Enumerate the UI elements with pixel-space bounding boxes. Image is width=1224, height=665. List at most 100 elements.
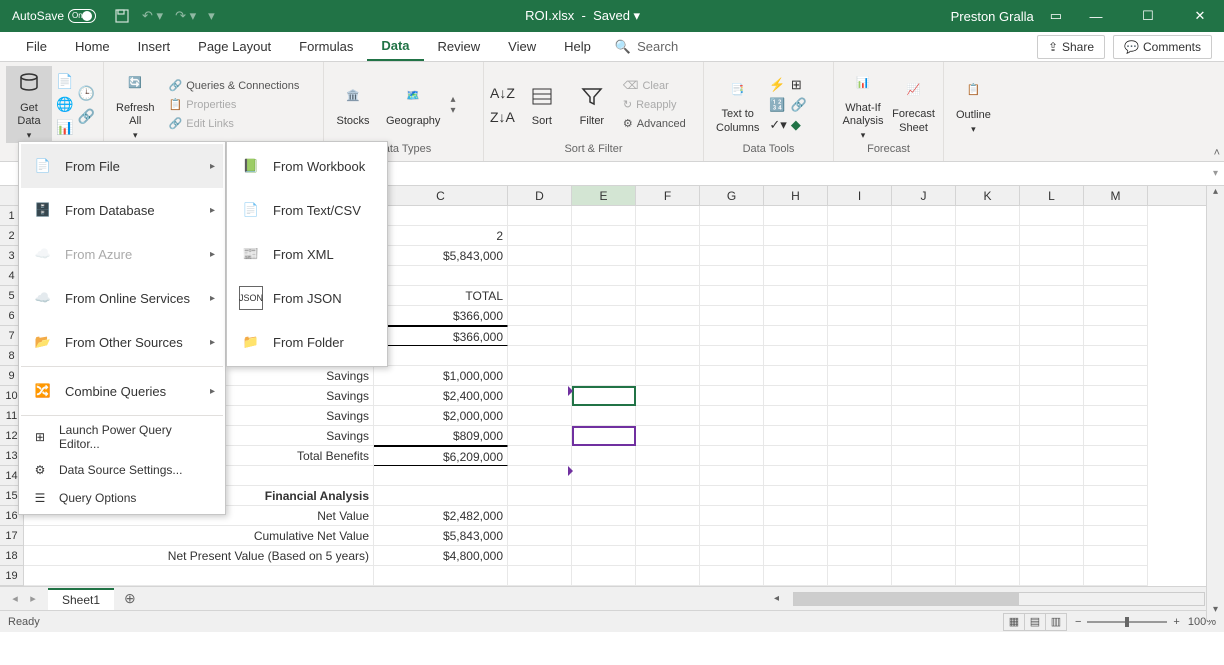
queries-connections-button[interactable]: 🔗Queries & Connections <box>165 77 304 94</box>
cell[interactable] <box>764 546 828 566</box>
cell[interactable] <box>1084 206 1148 226</box>
cell[interactable] <box>956 326 1020 346</box>
cell[interactable] <box>764 246 828 266</box>
cell[interactable] <box>700 366 764 386</box>
cell[interactable] <box>572 386 636 406</box>
cell[interactable] <box>636 466 700 486</box>
cell[interactable] <box>636 346 700 366</box>
col-header-l[interactable]: L <box>1020 186 1084 205</box>
cell[interactable] <box>828 546 892 566</box>
cell[interactable] <box>508 546 572 566</box>
col-header-c[interactable]: C <box>374 186 508 205</box>
scroll-down-icon[interactable]: ▾ <box>1207 604 1224 620</box>
cell[interactable] <box>828 506 892 526</box>
cell[interactable] <box>1084 226 1148 246</box>
cell[interactable] <box>508 486 572 506</box>
cell[interactable] <box>764 286 828 306</box>
cell[interactable] <box>374 206 508 226</box>
cell[interactable]: $809,000 <box>374 426 508 446</box>
col-header-h[interactable]: H <box>764 186 828 205</box>
cell[interactable] <box>764 426 828 446</box>
cell[interactable] <box>956 306 1020 326</box>
cell[interactable] <box>956 566 1020 586</box>
cell[interactable] <box>1084 486 1148 506</box>
cell[interactable] <box>700 466 764 486</box>
cell[interactable] <box>828 526 892 546</box>
from-text-icon[interactable]: 📄 <box>56 73 73 90</box>
cell[interactable] <box>828 446 892 466</box>
cell[interactable] <box>1084 266 1148 286</box>
cell[interactable] <box>700 286 764 306</box>
cell[interactable] <box>636 266 700 286</box>
col-header-k[interactable]: K <box>956 186 1020 205</box>
consolidate-icon[interactable]: ⊞ <box>791 77 807 93</box>
sort-az-icon[interactable]: A↓Z <box>490 85 515 101</box>
menu-data-source-settings[interactable]: ⚙Data Source Settings... <box>21 456 223 484</box>
grid-row[interactable]: 17Cumulative Net Value$5,843,000 <box>0 526 1224 546</box>
scroll-up-icon[interactable]: ▴ <box>1207 186 1224 202</box>
sheet-tab-active[interactable]: Sheet1 <box>48 588 114 610</box>
cell[interactable]: TOTAL <box>374 286 508 306</box>
cell[interactable] <box>892 566 956 586</box>
cell[interactable] <box>636 246 700 266</box>
cell[interactable] <box>764 306 828 326</box>
cell[interactable] <box>508 366 572 386</box>
cell[interactable] <box>956 486 1020 506</box>
row-header[interactable]: 19 <box>0 566 24 586</box>
cell[interactable] <box>636 406 700 426</box>
stocks-button[interactable]: 🏛️ Stocks <box>330 79 376 130</box>
cell[interactable] <box>828 246 892 266</box>
cell[interactable] <box>892 466 956 486</box>
data-types-more[interactable]: ▴▾ <box>450 94 455 116</box>
cell[interactable] <box>700 206 764 226</box>
cell[interactable]: $5,843,000 <box>374 246 508 266</box>
cell[interactable] <box>572 446 636 466</box>
menu-from-online[interactable]: ☁️From Online Services▸ <box>21 276 223 320</box>
cell[interactable] <box>572 246 636 266</box>
cell[interactable] <box>764 386 828 406</box>
menu-launch-pq[interactable]: ⊞Launch Power Query Editor... <box>21 418 223 456</box>
cell[interactable] <box>892 246 956 266</box>
comments-button[interactable]: 💬Comments <box>1113 35 1212 59</box>
cell[interactable] <box>1020 226 1084 246</box>
share-button[interactable]: ⇪Share <box>1037 35 1105 59</box>
sort-button[interactable]: Sort <box>519 79 565 130</box>
cell[interactable] <box>892 366 956 386</box>
from-table-icon[interactable]: 📊 <box>56 119 73 136</box>
cell[interactable] <box>572 426 636 446</box>
advanced-button[interactable]: ⚙Advanced <box>619 115 690 132</box>
tab-view[interactable]: View <box>494 33 550 60</box>
cell[interactable] <box>508 326 572 346</box>
cell[interactable] <box>374 346 508 366</box>
cell[interactable] <box>24 566 374 586</box>
cell[interactable] <box>1020 266 1084 286</box>
cell[interactable]: $2,400,000 <box>374 386 508 406</box>
filter-button[interactable]: Filter <box>569 79 615 130</box>
cell[interactable] <box>508 206 572 226</box>
menu-from-textcsv[interactable]: 📄From Text/CSV <box>229 188 385 232</box>
what-if-button[interactable]: 📊 What-If Analysis▾ <box>840 66 886 143</box>
cell[interactable] <box>700 406 764 426</box>
zoom-out-button[interactable]: − <box>1075 616 1081 628</box>
scroll-left-icon[interactable]: ◂ <box>774 593 779 604</box>
cell[interactable] <box>572 526 636 546</box>
cell[interactable] <box>700 526 764 546</box>
cell[interactable] <box>956 406 1020 426</box>
tab-data[interactable]: Data <box>367 32 423 61</box>
cell[interactable] <box>636 366 700 386</box>
page-layout-button[interactable]: ▤ <box>1024 613 1046 631</box>
cell[interactable] <box>572 486 636 506</box>
cell[interactable]: Net Present Value (Based on 5 years) <box>24 546 374 566</box>
cell[interactable]: $4,800,000 <box>374 546 508 566</box>
cell[interactable] <box>1084 246 1148 266</box>
cell[interactable] <box>892 546 956 566</box>
cell[interactable] <box>828 366 892 386</box>
sheet-nav-prev[interactable]: ◂ <box>6 592 24 605</box>
cell[interactable] <box>374 566 508 586</box>
sort-za-icon[interactable]: Z↓A <box>490 109 515 125</box>
cell[interactable] <box>764 346 828 366</box>
search-box[interactable]: 🔍 Search <box>605 39 688 55</box>
cell[interactable] <box>1084 366 1148 386</box>
cell[interactable] <box>572 286 636 306</box>
cell[interactable] <box>1020 546 1084 566</box>
